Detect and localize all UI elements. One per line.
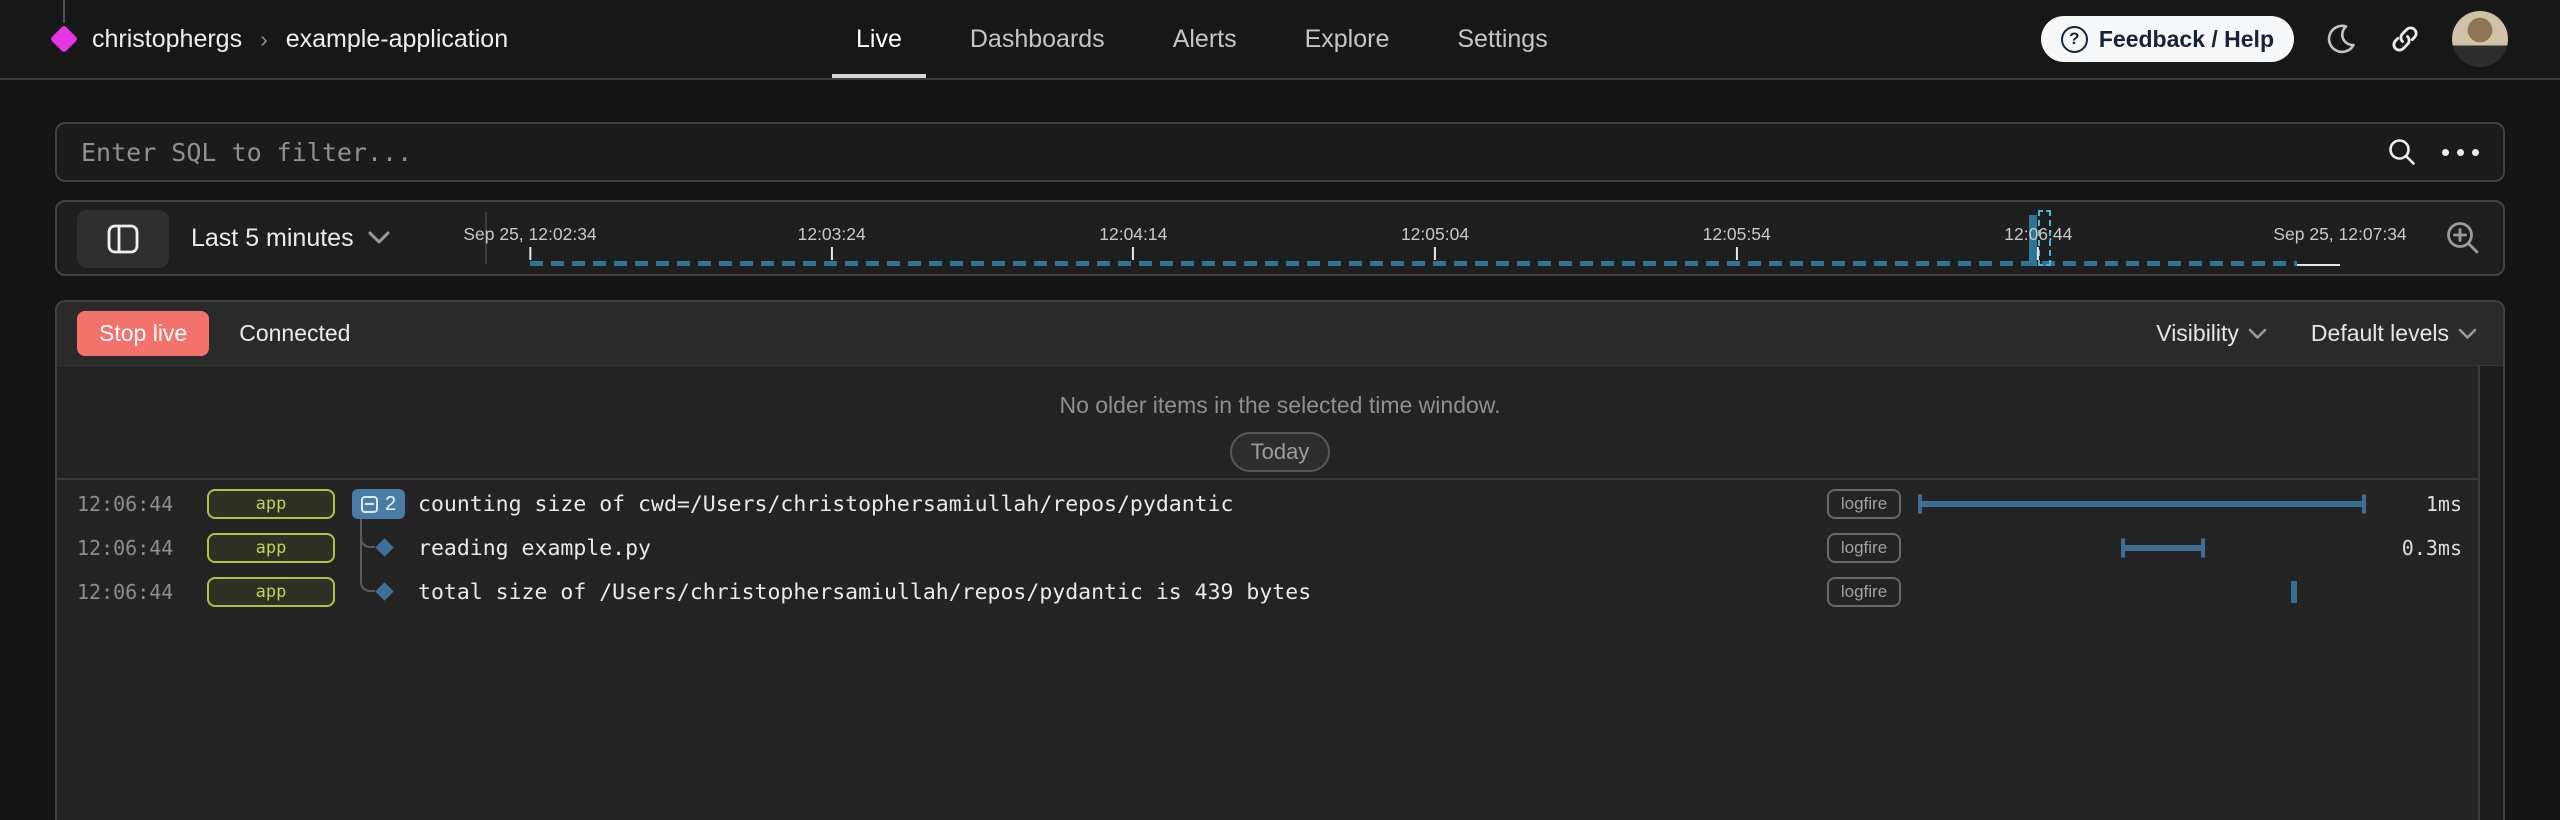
breadcrumb: christophergs › example-application	[52, 0, 508, 78]
timeline-tick: 12:05:04	[1401, 202, 1469, 260]
sql-filter-input[interactable]	[81, 138, 2386, 167]
connection-status: Connected	[239, 320, 350, 347]
tab-live[interactable]: Live	[832, 0, 926, 78]
avatar[interactable]	[2452, 11, 2508, 67]
tag-logfire[interactable]: logfire	[1827, 489, 1901, 519]
chevron-down-icon	[368, 231, 390, 245]
trace-row-child[interactable]: 12:06:44 app total size of /Users/christ…	[57, 570, 2477, 614]
theme-toggle-button[interactable]	[2324, 22, 2358, 56]
breadcrumb-separator-icon: ›	[258, 26, 270, 53]
span-duration-bar	[2122, 545, 2204, 551]
span-duration: 1ms	[2378, 492, 2462, 516]
row-timestamp: 12:06:44	[77, 536, 182, 560]
scope-tag-app[interactable]: app	[207, 577, 335, 607]
timeline-tick: Sep 25, 12:07:34	[2273, 202, 2406, 260]
visibility-dropdown[interactable]: Visibility	[2156, 320, 2267, 347]
share-link-button[interactable]	[2388, 22, 2422, 56]
child-count: 2	[385, 493, 396, 516]
tag-logfire[interactable]: logfire	[1827, 533, 1901, 563]
scope-tag-app[interactable]: app	[207, 533, 335, 563]
link-icon	[2388, 22, 2422, 56]
search-icon[interactable]	[2386, 136, 2418, 168]
span-message: total size of /Users/christophersamiulla…	[418, 580, 1827, 605]
duration-track	[1919, 482, 2365, 526]
empty-state-message: No older items in the selected time wind…	[57, 392, 2503, 419]
log-point-marker	[2291, 581, 2297, 603]
scrollbar-gutter[interactable]	[2478, 366, 2503, 820]
timeline-zoom-button[interactable]	[2443, 218, 2483, 258]
tab-dashboards[interactable]: Dashboards	[946, 0, 1129, 78]
trace-rows: 12:06:44 app 2 counting size of cwd=/Use…	[57, 482, 2477, 614]
collapse-minus-icon	[361, 496, 378, 513]
top-nav: christophergs › example-application Live…	[0, 0, 2560, 80]
default-levels-label: Default levels	[2311, 320, 2449, 347]
live-panel: Stop live Connected Visibility Default l…	[55, 300, 2505, 820]
zoom-in-icon	[2443, 218, 2483, 258]
moon-icon	[2324, 22, 2358, 56]
stop-live-button[interactable]: Stop live	[77, 311, 209, 356]
today-button[interactable]: Today	[1230, 432, 1331, 472]
span-message: reading example.py	[418, 536, 1827, 561]
chevron-down-icon	[2248, 328, 2267, 340]
empty-state: No older items in the selected time wind…	[57, 366, 2503, 472]
span-diamond-icon	[375, 538, 393, 556]
nav-tabs: Live Dashboards Alerts Explore Settings	[832, 0, 1572, 78]
time-range-label: Last 5 minutes	[191, 224, 354, 253]
timeline-tick: 12:03:24	[798, 202, 866, 260]
tree-branch-line	[360, 568, 375, 592]
breadcrumb-org[interactable]: christophergs	[92, 25, 242, 54]
activity-timeline[interactable]: Sep 25, 12:02:34 12:03:24 12:04:14 12:05…	[530, 202, 2340, 274]
more-options-icon[interactable]	[2442, 149, 2479, 156]
breadcrumb-project[interactable]: example-application	[286, 25, 508, 54]
list-divider	[57, 478, 2478, 480]
tab-settings[interactable]: Settings	[1433, 0, 1571, 78]
timeline-tick: 12:04:14	[1099, 202, 1167, 260]
scope-tag-app[interactable]: app	[207, 489, 335, 519]
default-levels-dropdown[interactable]: Default levels	[2311, 320, 2477, 347]
collapse-children-button[interactable]: 2	[352, 489, 405, 519]
live-header-controls: Visibility Default levels	[2156, 320, 2483, 347]
logo-diamond-icon	[50, 25, 78, 53]
tree-column	[352, 526, 418, 570]
time-range-select[interactable]: Last 5 minutes	[191, 202, 390, 274]
trace-list: No older items in the selected time wind…	[57, 366, 2503, 820]
live-panel-header: Stop live Connected Visibility Default l…	[57, 302, 2503, 366]
time-range-bar: Last 5 minutes Sep 25, 12:02:34 12:03:24…	[55, 200, 2505, 276]
trace-row-parent[interactable]: 12:06:44 app 2 counting size of cwd=/Use…	[57, 482, 2477, 526]
logo-flame-line	[63, 0, 65, 23]
span-diamond-icon	[375, 582, 393, 600]
timeline-tick: 12:05:54	[1703, 202, 1771, 260]
tree-column	[352, 570, 418, 614]
tree-column: 2	[352, 482, 418, 526]
tag-logfire[interactable]: logfire	[1827, 577, 1901, 607]
trace-row-child[interactable]: 12:06:44 app reading example.py logfire …	[57, 526, 2477, 570]
duration-track	[1919, 526, 2365, 570]
span-message: counting size of cwd=/Users/christophers…	[418, 492, 1827, 517]
feedback-help-button[interactable]: ? Feedback / Help	[2041, 16, 2294, 62]
span-duration-bar	[1919, 501, 2365, 507]
feedback-help-label: Feedback / Help	[2099, 26, 2274, 53]
row-timestamp: 12:06:44	[77, 580, 182, 604]
tab-explore[interactable]: Explore	[1281, 0, 1414, 78]
sidebar-toggle-button[interactable]	[77, 210, 169, 268]
tree-branch-line	[360, 524, 375, 548]
question-circle-icon: ?	[2061, 26, 2088, 53]
chevron-down-icon	[2458, 328, 2477, 340]
sql-filter-actions	[2386, 136, 2479, 168]
span-duration: 0.3ms	[2378, 536, 2462, 560]
timeline-tick: Sep 25, 12:02:34	[463, 202, 596, 260]
sql-filter-bar	[55, 122, 2505, 182]
duration-track	[1919, 570, 2365, 614]
row-timestamp: 12:06:44	[77, 492, 182, 516]
logfire-logo-icon[interactable]	[52, 0, 76, 79]
tab-alerts[interactable]: Alerts	[1149, 0, 1261, 78]
panel-left-icon	[107, 224, 139, 254]
timeline-baseline	[2297, 264, 2340, 266]
nav-actions: ? Feedback / Help	[2041, 0, 2508, 78]
visibility-label: Visibility	[2156, 320, 2239, 347]
timeline-tick: 12:06:44	[2004, 202, 2072, 260]
